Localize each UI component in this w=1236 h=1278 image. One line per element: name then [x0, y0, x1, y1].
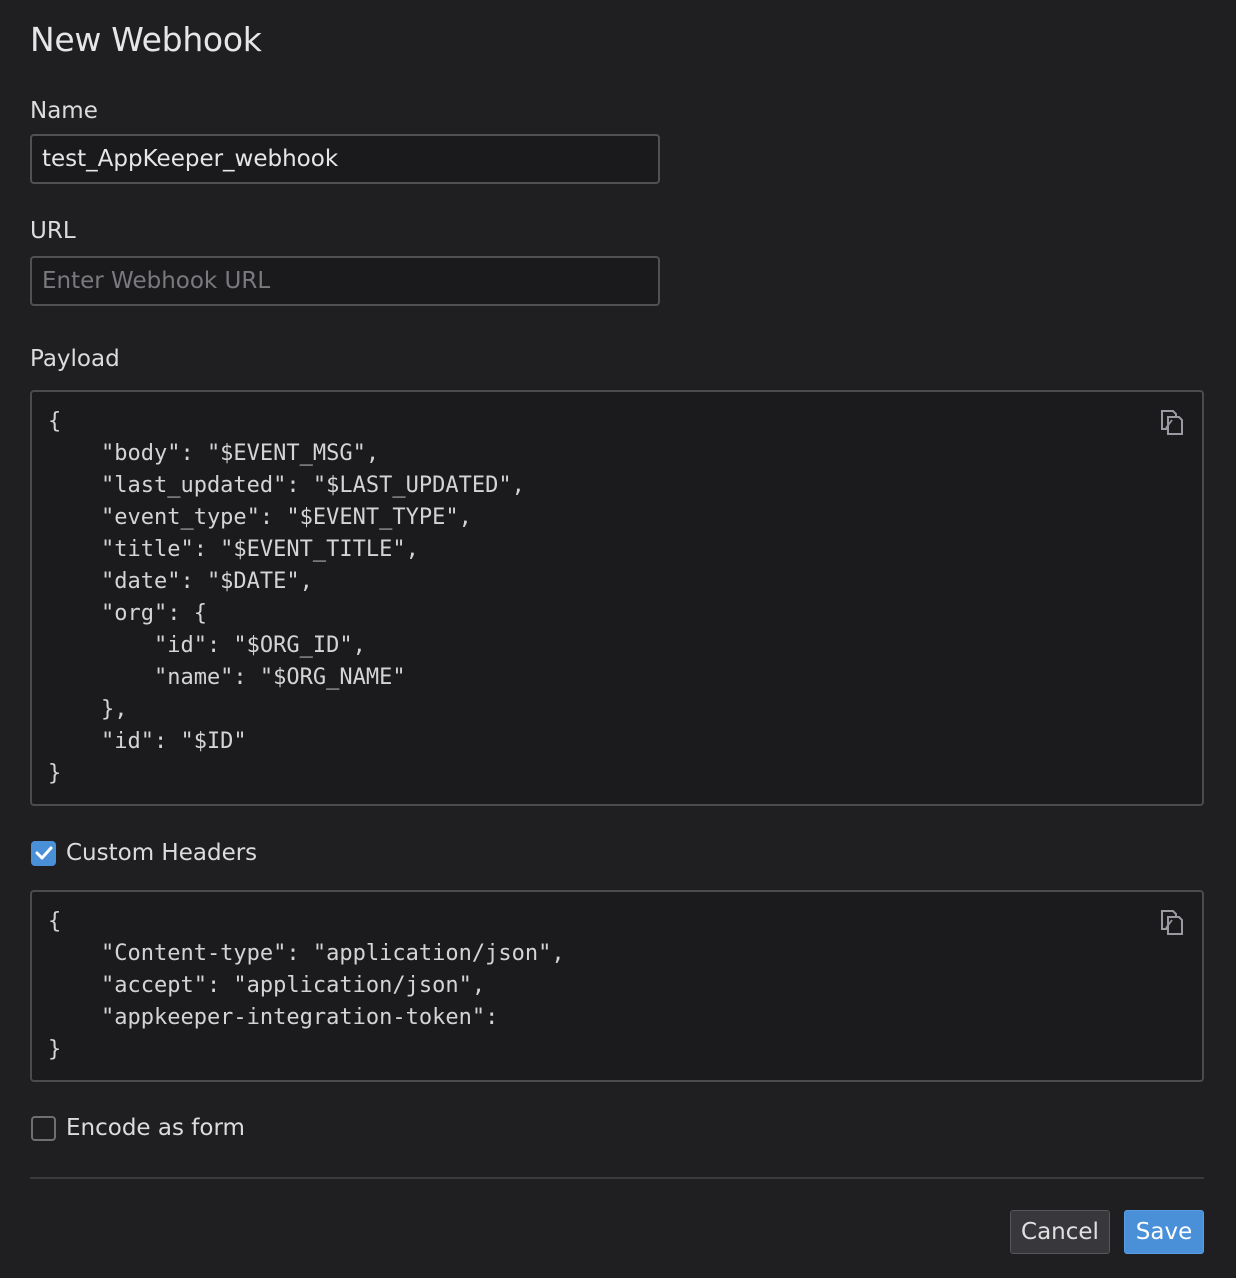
custom-headers-row[interactable]: Custom Headers	[31, 839, 257, 867]
url-input[interactable]	[30, 256, 660, 306]
custom-headers-checkbox[interactable]	[31, 840, 56, 866]
name-label: Name	[30, 98, 98, 124]
footer-divider	[30, 1177, 1204, 1179]
payload-code[interactable]: { "body": "$EVENT_MSG", "last_updated": …	[48, 406, 525, 790]
payload-editor[interactable]: { "body": "$EVENT_MSG", "last_updated": …	[30, 390, 1204, 806]
url-label: URL	[30, 218, 76, 244]
new-webhook-dialog: New Webhook Name URL Payload { "body": "…	[0, 0, 1236, 1278]
name-input[interactable]	[30, 134, 660, 184]
headers-editor[interactable]: { "Content-type": "application/json", "a…	[30, 890, 1204, 1082]
encode-as-form-checkbox[interactable]	[31, 1115, 56, 1141]
headers-code[interactable]: { "Content-type": "application/json", "a…	[48, 906, 565, 1066]
encode-as-form-label: Encode as form	[66, 1115, 245, 1141]
payload-label: Payload	[30, 346, 120, 372]
dialog-title: New Webhook	[30, 20, 262, 59]
custom-headers-label: Custom Headers	[66, 840, 258, 866]
save-button[interactable]: Save	[1124, 1210, 1204, 1254]
copy-icon[interactable]	[1158, 906, 1186, 936]
cancel-button[interactable]: Cancel	[1010, 1210, 1110, 1254]
encode-as-form-row[interactable]: Encode as form	[31, 1114, 245, 1142]
copy-icon[interactable]	[1158, 406, 1186, 436]
checkmark-icon	[35, 846, 52, 860]
